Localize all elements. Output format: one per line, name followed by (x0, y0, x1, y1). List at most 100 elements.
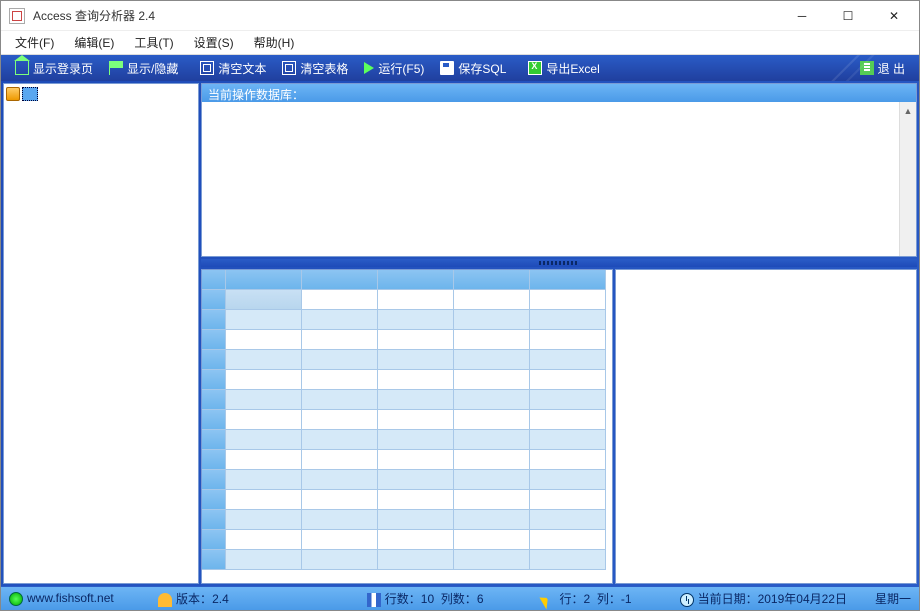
grid-cell[interactable] (302, 470, 378, 490)
grid-cell[interactable] (530, 410, 606, 430)
grid-cell[interactable] (226, 350, 302, 370)
grid-cell[interactable] (454, 530, 530, 550)
grid-cell[interactable] (302, 350, 378, 370)
grid-header-cell[interactable] (202, 270, 226, 290)
grid-cell[interactable] (378, 330, 454, 350)
grid-cell[interactable] (378, 550, 454, 570)
menu-file[interactable]: 文件(F) (5, 31, 64, 54)
grid-row-header[interactable] (202, 490, 226, 510)
grid-cell[interactable] (226, 510, 302, 530)
grid-cell[interactable] (226, 450, 302, 470)
grid-cell[interactable] (454, 290, 530, 310)
scroll-up-icon[interactable]: ▲ (900, 102, 916, 119)
clear-grid-button[interactable]: 清空表格 (274, 57, 356, 79)
grid-cell[interactable] (378, 370, 454, 390)
grid-cell[interactable] (530, 530, 606, 550)
grid-header-cell[interactable] (378, 270, 454, 290)
grid-row-header[interactable] (202, 430, 226, 450)
minimize-button[interactable]: ─ (779, 2, 825, 30)
grid-cell[interactable] (226, 490, 302, 510)
grid-cell[interactable] (302, 550, 378, 570)
grid-cell[interactable] (302, 450, 378, 470)
grid-row-header[interactable] (202, 470, 226, 490)
grid-cell[interactable] (530, 470, 606, 490)
run-button[interactable]: 运行(F5) (356, 57, 432, 79)
selection-marker[interactable] (22, 87, 38, 101)
grid-cell[interactable] (378, 310, 454, 330)
grid-cell[interactable] (454, 510, 530, 530)
grid-cell[interactable] (454, 450, 530, 470)
grid-cell[interactable] (378, 390, 454, 410)
status-url[interactable]: www.fishsoft.net (9, 591, 114, 606)
results-grid[interactable] (201, 269, 613, 584)
save-sql-button[interactable]: 保存SQL (432, 57, 514, 79)
grid-cell[interactable] (226, 410, 302, 430)
grid-cell[interactable] (226, 470, 302, 490)
grid-cell[interactable] (226, 310, 302, 330)
show-hide-button[interactable]: 显示/隐藏 (101, 57, 186, 79)
grid-cell[interactable] (378, 350, 454, 370)
grid-cell[interactable] (226, 550, 302, 570)
horizontal-splitter[interactable] (201, 259, 917, 267)
grid-header-cell[interactable] (226, 270, 302, 290)
menu-setting[interactable]: 设置(S) (184, 31, 244, 54)
menu-edit[interactable]: 编辑(E) (64, 31, 124, 54)
grid-row-header[interactable] (202, 330, 226, 350)
grid-cell[interactable] (454, 390, 530, 410)
clear-text-button[interactable]: 清空文本 (192, 57, 274, 79)
grid-row-header[interactable] (202, 350, 226, 370)
grid-cell[interactable] (454, 350, 530, 370)
grid-cell[interactable] (302, 390, 378, 410)
grid-cell[interactable] (530, 350, 606, 370)
grid-row-header[interactable] (202, 530, 226, 550)
grid-cell[interactable] (530, 330, 606, 350)
menu-help[interactable]: 帮助(H) (244, 31, 305, 54)
grid-cell[interactable] (378, 410, 454, 430)
grid-cell[interactable] (454, 470, 530, 490)
export-excel-button[interactable]: 导出Excel (520, 57, 607, 79)
grid-cell[interactable] (226, 530, 302, 550)
grid-header-cell[interactable] (302, 270, 378, 290)
grid-row-header[interactable] (202, 510, 226, 530)
grid-cell[interactable] (302, 530, 378, 550)
close-button[interactable]: ✕ (871, 2, 917, 30)
grid-row-header[interactable] (202, 550, 226, 570)
grid-cell[interactable] (454, 310, 530, 330)
grid-cell[interactable] (226, 330, 302, 350)
grid-cell[interactable] (530, 370, 606, 390)
grid-cell[interactable] (530, 510, 606, 530)
menu-tool[interactable]: 工具(T) (124, 31, 183, 54)
grid-cell[interactable] (378, 290, 454, 310)
grid-row-header[interactable] (202, 370, 226, 390)
grid-cell[interactable] (226, 430, 302, 450)
grid-cell[interactable] (302, 290, 378, 310)
grid-cell[interactable] (530, 290, 606, 310)
grid-row-header[interactable] (202, 290, 226, 310)
grid-cell[interactable] (530, 430, 606, 450)
grid-header-cell[interactable] (454, 270, 530, 290)
grid-cell[interactable] (454, 370, 530, 390)
grid-cell[interactable] (454, 550, 530, 570)
grid-cell[interactable] (530, 390, 606, 410)
editor-scrollbar[interactable]: ▲ (899, 102, 916, 256)
grid-cell[interactable] (378, 470, 454, 490)
grid-cell[interactable] (226, 370, 302, 390)
grid-cell[interactable] (530, 490, 606, 510)
grid-cell[interactable] (454, 430, 530, 450)
grid-row-header[interactable] (202, 310, 226, 330)
grid-cell[interactable] (302, 490, 378, 510)
grid-cell[interactable] (530, 450, 606, 470)
maximize-button[interactable]: ☐ (825, 2, 871, 30)
grid-cell[interactable] (530, 550, 606, 570)
grid-cell[interactable] (302, 330, 378, 350)
grid-cell[interactable] (378, 530, 454, 550)
grid-cell[interactable] (454, 490, 530, 510)
grid-cell[interactable] (226, 390, 302, 410)
grid-cell[interactable] (302, 370, 378, 390)
grid-cell[interactable] (454, 410, 530, 430)
grid-cell[interactable] (302, 410, 378, 430)
grid-cell[interactable] (378, 430, 454, 450)
grid-cell[interactable] (302, 430, 378, 450)
grid-cell[interactable] (454, 330, 530, 350)
grid-cell[interactable] (530, 310, 606, 330)
